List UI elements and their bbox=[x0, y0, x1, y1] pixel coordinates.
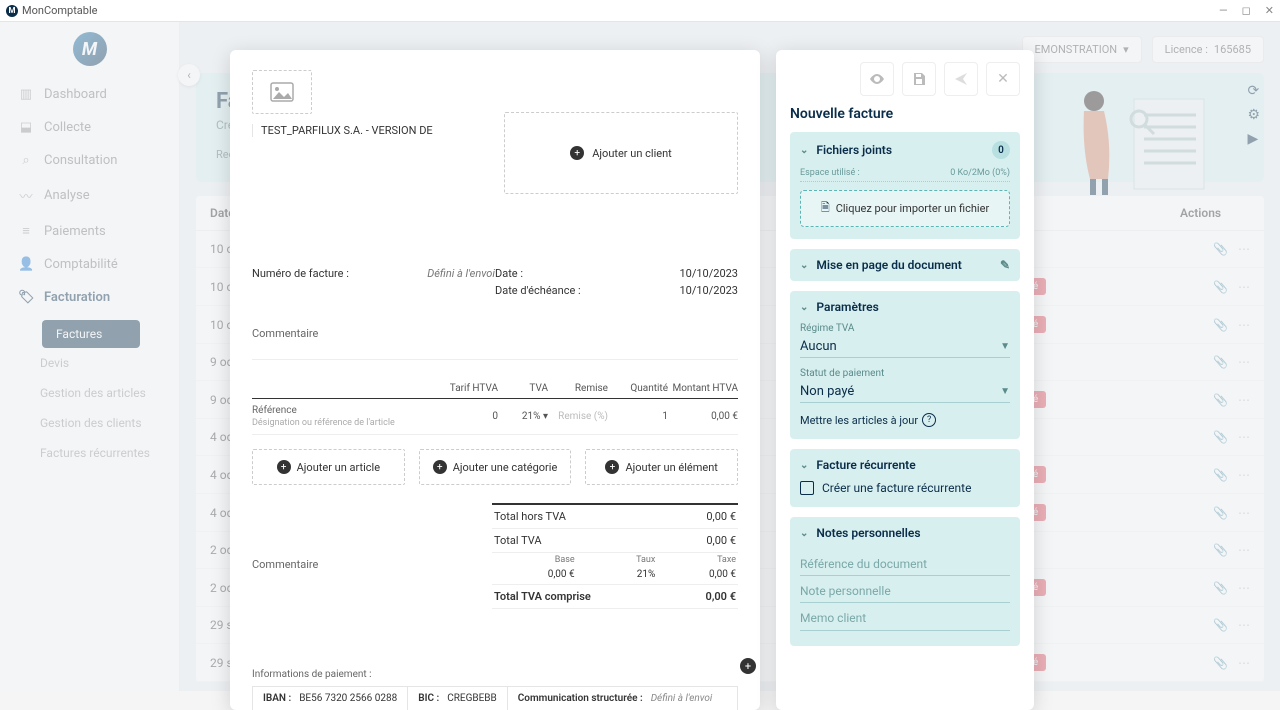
regime-label: Régime TVA bbox=[800, 323, 1010, 334]
close-panel-button[interactable]: ✕ bbox=[986, 62, 1020, 96]
line-amount: 0,00 € bbox=[668, 411, 738, 422]
plus-icon: + bbox=[570, 146, 584, 160]
chevron-down-icon: ⌄ bbox=[800, 145, 808, 156]
invoice-number-label: Numéro de facture : bbox=[252, 267, 349, 280]
line-remise[interactable]: Remise (%) bbox=[548, 411, 608, 422]
comment2-input[interactable] bbox=[252, 572, 472, 632]
parameters-toggle[interactable]: ⌄ Paramètres bbox=[790, 291, 1020, 323]
iban-value: BE56 7320 2566 0288 bbox=[299, 693, 397, 704]
comment-label: Commentaire bbox=[252, 327, 738, 340]
payment-info-label: Informations de paiement : bbox=[252, 669, 738, 680]
update-articles-link[interactable]: Mettre les articles à jour? bbox=[800, 413, 1010, 427]
recurrent-toggle[interactable]: ⌄ Facture récurrente bbox=[790, 449, 1020, 481]
chevron-down-icon: ⌄ bbox=[800, 460, 808, 471]
date-label: Date : bbox=[495, 267, 523, 280]
edit-icon[interactable]: ✎ bbox=[1000, 258, 1010, 272]
invoice-logo-placeholder[interactable] bbox=[252, 70, 312, 114]
section-parameters: ⌄ Paramètres Régime TVA Aucun▼ Statut de… bbox=[790, 291, 1020, 439]
comment-input[interactable] bbox=[252, 340, 738, 360]
payment-status-label: Statut de paiement bbox=[800, 368, 1010, 379]
maximize-button[interactable]: ◻ bbox=[1242, 4, 1251, 17]
send-button[interactable] bbox=[944, 62, 978, 96]
regime-select[interactable]: Aucun▼ bbox=[800, 336, 1010, 358]
attachments-count: 0 bbox=[992, 141, 1010, 159]
close-window-button[interactable]: ✕ bbox=[1265, 4, 1274, 17]
total-ttc-label: Total TVA comprise bbox=[494, 590, 591, 603]
import-file-button[interactable]: 🗎 Cliquez pour importer un fichier bbox=[800, 190, 1010, 227]
app-name: MonComptable bbox=[22, 4, 97, 17]
titlebar: M MonComptable — ◻ ✕ bbox=[0, 0, 1280, 22]
total-ttc-value: 0,00 € bbox=[706, 590, 736, 603]
line-qty[interactable]: 1 bbox=[608, 411, 668, 422]
line-items-header: Tarif HTVA TVA Remise Quantité Montant H… bbox=[252, 383, 738, 399]
section-attachments: ⌄ Fichiers joints 0 Espace utilisé :0 Ko… bbox=[790, 132, 1020, 239]
recurrent-checkbox-row[interactable]: Créer une facture récurrente bbox=[790, 481, 1020, 507]
total-tva-value: 0,00 € bbox=[706, 534, 736, 547]
totals-block: Total hors TVA0,00 € Total TVA0,00 € Bas… bbox=[492, 503, 738, 609]
invoice-number-value: Défini à l'envoi bbox=[427, 267, 495, 280]
add-total-line-button[interactable]: + bbox=[740, 658, 756, 674]
section-layout: ⌄ Mise en page du document ✎ bbox=[790, 249, 1020, 281]
add-article-button[interactable]: +Ajouter un article bbox=[252, 449, 405, 485]
client-memo-input[interactable] bbox=[800, 603, 1010, 631]
chevron-down-icon: ▼ bbox=[1000, 386, 1010, 397]
section-recurrent: ⌄ Facture récurrente Créer une facture r… bbox=[790, 449, 1020, 507]
checkbox[interactable] bbox=[800, 481, 814, 495]
preview-button[interactable] bbox=[860, 62, 894, 96]
invoice-editor-modal: TEST_PARFILUX S.A. - VERSION DE + Ajoute… bbox=[230, 50, 760, 710]
section-notes: ⌄ Notes personnelles bbox=[790, 517, 1020, 646]
notes-toggle[interactable]: ⌄ Notes personnelles bbox=[790, 517, 1020, 549]
line-tarif[interactable]: 0 bbox=[428, 411, 498, 422]
space-used-value: 0 Ko/2Mo (0%) bbox=[950, 168, 1010, 178]
total-tva-label: Total TVA bbox=[494, 534, 542, 547]
comment2-label: Commentaire bbox=[252, 558, 318, 571]
total-ht-label: Total hors TVA bbox=[494, 510, 566, 523]
minimize-button[interactable]: — bbox=[1219, 4, 1228, 17]
save-button[interactable] bbox=[902, 62, 936, 96]
line-reference[interactable]: Référence bbox=[252, 405, 428, 416]
chevron-down-icon: ▼ bbox=[1000, 341, 1010, 352]
date-value[interactable]: 10/10/2023 bbox=[679, 267, 738, 280]
line-tva-select[interactable]: 21% ▾ bbox=[498, 411, 548, 422]
communication-value: Défini à l'envoi bbox=[651, 693, 713, 704]
add-category-button[interactable]: +Ajouter une catégorie bbox=[419, 449, 572, 485]
plus-icon: + bbox=[433, 460, 447, 474]
total-ht-value: 0,00 € bbox=[706, 510, 736, 523]
layout-toggle[interactable]: ⌄ Mise en page du document ✎ bbox=[790, 249, 1020, 281]
due-date-label: Date d'échéance : bbox=[495, 284, 581, 297]
personal-note-input[interactable] bbox=[800, 576, 1010, 603]
window-controls: — ◻ ✕ bbox=[1219, 4, 1274, 17]
plus-icon: + bbox=[277, 460, 291, 474]
file-icon: 🗎 bbox=[821, 199, 830, 218]
line-item-row[interactable]: Référence Désignation ou référence de l'… bbox=[252, 399, 738, 435]
payment-info: IBAN :BE56 7320 2566 0288 BIC :CREGBEBB … bbox=[252, 686, 738, 710]
help-icon: ? bbox=[922, 413, 936, 427]
payment-status-select[interactable]: Non payé▼ bbox=[800, 381, 1010, 403]
attachments-toggle[interactable]: ⌄ Fichiers joints 0 bbox=[790, 132, 1020, 168]
invoice-settings-panel: ✕ Nouvelle facture ⌄ Fichiers joints 0 E… bbox=[776, 50, 1034, 710]
plus-icon: + bbox=[605, 460, 619, 474]
add-client-button[interactable]: + Ajouter un client bbox=[504, 112, 738, 194]
document-reference-input[interactable] bbox=[800, 549, 1010, 576]
chevron-down-icon: ⌄ bbox=[800, 302, 808, 313]
due-date-value[interactable]: 10/10/2023 bbox=[679, 284, 738, 297]
chevron-down-icon: ⌄ bbox=[800, 528, 808, 539]
line-designation[interactable]: Désignation ou référence de l'article bbox=[252, 418, 428, 428]
add-element-button[interactable]: +Ajouter un élément bbox=[585, 449, 738, 485]
chevron-down-icon: ⌄ bbox=[800, 260, 808, 271]
app-logo-small: M bbox=[6, 5, 18, 17]
panel-title: Nouvelle facture bbox=[790, 106, 1020, 122]
bic-value: CREGBEBB bbox=[447, 693, 497, 704]
